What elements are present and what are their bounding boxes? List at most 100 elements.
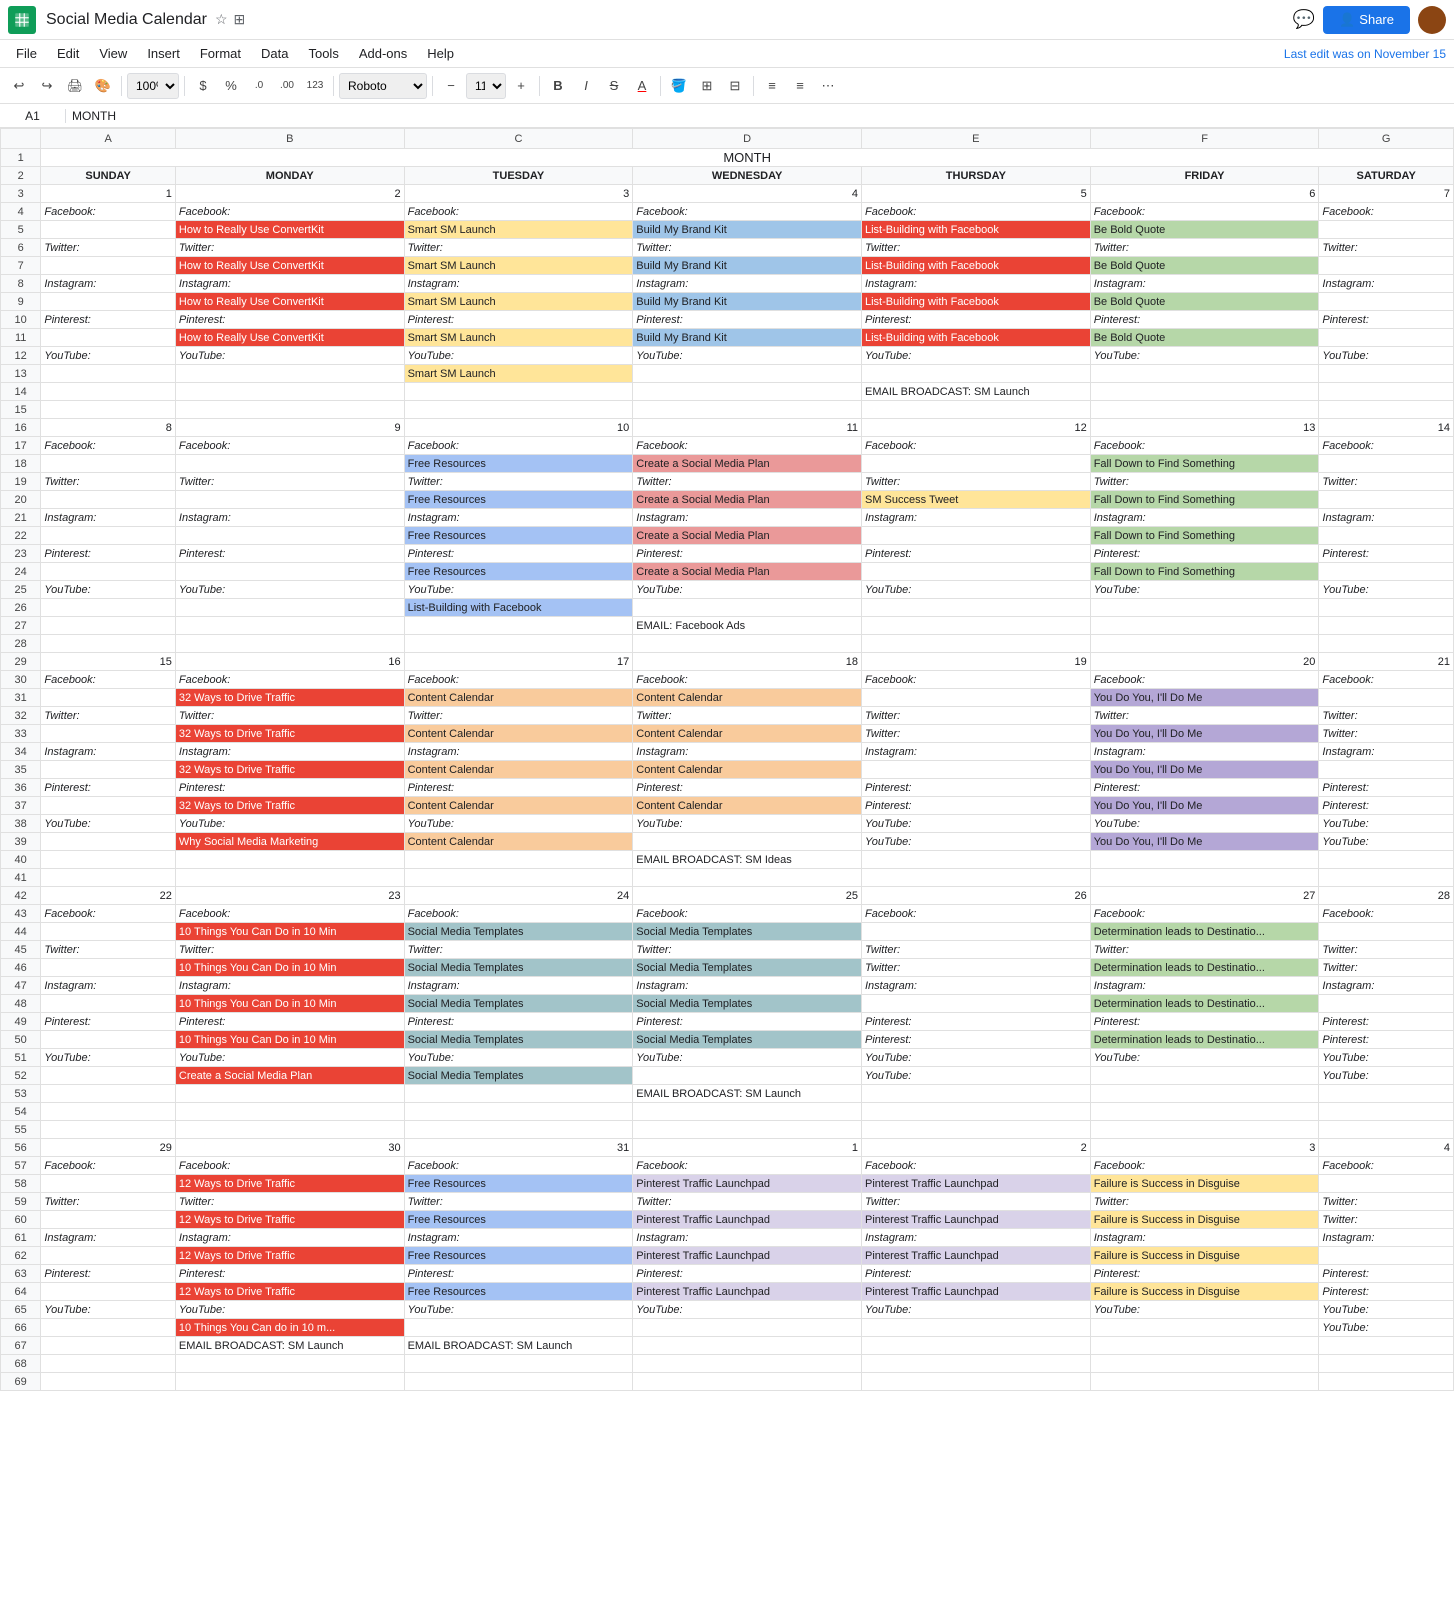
cell-b54[interactable] bbox=[175, 1103, 404, 1121]
zoom-select[interactable]: 100% bbox=[127, 73, 179, 99]
cell-d68[interactable] bbox=[633, 1355, 862, 1373]
cell-b33[interactable]: 32 Ways to Drive Traffic bbox=[175, 725, 404, 743]
menu-view[interactable]: View bbox=[91, 43, 135, 64]
cell-c24[interactable]: Free Resources bbox=[404, 563, 633, 581]
print-button[interactable]: 🖨 bbox=[62, 73, 88, 99]
cell-f61[interactable]: Instagram: bbox=[1090, 1229, 1319, 1247]
star-icon[interactable]: ☆ bbox=[215, 11, 228, 28]
cell-g37[interactable]: Pinterest: bbox=[1319, 797, 1454, 815]
cell-a4[interactable]: Facebook: bbox=[41, 203, 176, 221]
cell-c37[interactable]: Content Calendar bbox=[404, 797, 633, 815]
cell-g46[interactable]: Twitter: bbox=[1319, 959, 1454, 977]
cell-b46[interactable]: 10 Things You Can Do in 10 Min bbox=[175, 959, 404, 977]
cell-f36[interactable]: Pinterest: bbox=[1090, 779, 1319, 797]
cell-c63[interactable]: Pinterest: bbox=[404, 1265, 633, 1283]
cell-f35[interactable]: You Do You, I'll Do Me bbox=[1090, 761, 1319, 779]
cell-b15[interactable] bbox=[175, 401, 404, 419]
cell-a9[interactable] bbox=[41, 293, 176, 311]
cell-e34[interactable]: Instagram: bbox=[862, 743, 1091, 761]
cell-d60[interactable]: Pinterest Traffic Launchpad bbox=[633, 1211, 862, 1229]
cell-g26[interactable] bbox=[1319, 599, 1454, 617]
cell-c48[interactable]: Social Media Templates bbox=[404, 995, 633, 1013]
decimal-increase-button[interactable]: .00 bbox=[274, 73, 300, 99]
cell-g44[interactable] bbox=[1319, 923, 1454, 941]
cell-c32[interactable]: Twitter: bbox=[404, 707, 633, 725]
cell-d65[interactable]: YouTube: bbox=[633, 1301, 862, 1319]
cell-a63[interactable]: Pinterest: bbox=[41, 1265, 176, 1283]
cell-a18[interactable] bbox=[41, 455, 176, 473]
cell-d7[interactable]: Build My Brand Kit bbox=[633, 257, 862, 275]
cell-a47[interactable]: Instagram: bbox=[41, 977, 176, 995]
cell-f60[interactable]: Failure is Success in Disguise bbox=[1090, 1211, 1319, 1229]
cell-a45[interactable]: Twitter: bbox=[41, 941, 176, 959]
menu-addons[interactable]: Add-ons bbox=[351, 43, 415, 64]
cell-c61[interactable]: Instagram: bbox=[404, 1229, 633, 1247]
cell-b53[interactable] bbox=[175, 1085, 404, 1103]
cell-c64[interactable]: Free Resources bbox=[404, 1283, 633, 1301]
cell-f65[interactable]: YouTube: bbox=[1090, 1301, 1319, 1319]
cell-c6[interactable]: Twitter: bbox=[404, 239, 633, 257]
cell-a62[interactable] bbox=[41, 1247, 176, 1265]
cell-a6[interactable]: Twitter: bbox=[41, 239, 176, 257]
cell-g39[interactable]: YouTube: bbox=[1319, 833, 1454, 851]
cell-f63[interactable]: Pinterest: bbox=[1090, 1265, 1319, 1283]
cell-e65[interactable]: YouTube: bbox=[862, 1301, 1091, 1319]
cell-a48[interactable] bbox=[41, 995, 176, 1013]
cell-e64[interactable]: Pinterest Traffic Launchpad bbox=[862, 1283, 1091, 1301]
cell-d13[interactable] bbox=[633, 365, 862, 383]
cell-f69[interactable] bbox=[1090, 1373, 1319, 1391]
cell-g20[interactable] bbox=[1319, 491, 1454, 509]
cell-g31[interactable] bbox=[1319, 689, 1454, 707]
cell-e21[interactable]: Instagram: bbox=[862, 509, 1091, 527]
cell-b10[interactable]: Pinterest: bbox=[175, 311, 404, 329]
share-button[interactable]: 👤 Share bbox=[1323, 6, 1410, 34]
cell-c20[interactable]: Free Resources bbox=[404, 491, 633, 509]
cell-c21[interactable]: Instagram: bbox=[404, 509, 633, 527]
col-header-f[interactable]: F bbox=[1090, 129, 1319, 149]
cell-a44[interactable] bbox=[41, 923, 176, 941]
cell-d48[interactable]: Social Media Templates bbox=[633, 995, 862, 1013]
cell-c25[interactable]: YouTube: bbox=[404, 581, 633, 599]
cell-a35[interactable] bbox=[41, 761, 176, 779]
cell-e43[interactable]: Facebook: bbox=[862, 905, 1091, 923]
cell-f48[interactable]: Determination leads to Destinatio... bbox=[1090, 995, 1319, 1013]
cell-f57[interactable]: Facebook: bbox=[1090, 1157, 1319, 1175]
cell-d67[interactable] bbox=[633, 1337, 862, 1355]
folder-icon[interactable]: ⊞ bbox=[234, 11, 246, 28]
font-decrease-button[interactable]: − bbox=[438, 73, 464, 99]
cell-g19[interactable]: Twitter: bbox=[1319, 473, 1454, 491]
cell-c62[interactable]: Free Resources bbox=[404, 1247, 633, 1265]
cell-b21[interactable]: Instagram: bbox=[175, 509, 404, 527]
cell-g18[interactable] bbox=[1319, 455, 1454, 473]
cell-g63[interactable]: Pinterest: bbox=[1319, 1265, 1454, 1283]
cell-g64[interactable]: Pinterest: bbox=[1319, 1283, 1454, 1301]
cell-a28[interactable] bbox=[41, 635, 176, 653]
cell-e38[interactable]: YouTube: bbox=[862, 815, 1091, 833]
format-number-button[interactable]: 123 bbox=[302, 73, 328, 99]
cell-a51[interactable]: YouTube: bbox=[41, 1049, 176, 1067]
cell-b60[interactable]: 12 Ways to Drive Traffic bbox=[175, 1211, 404, 1229]
cell-b13[interactable] bbox=[175, 365, 404, 383]
cell-g32[interactable]: Twitter: bbox=[1319, 707, 1454, 725]
cell-c28[interactable] bbox=[404, 635, 633, 653]
cell-a33[interactable] bbox=[41, 725, 176, 743]
cell-f28[interactable] bbox=[1090, 635, 1319, 653]
cell-d50[interactable]: Social Media Templates bbox=[633, 1031, 862, 1049]
cell-f8[interactable]: Instagram: bbox=[1090, 275, 1319, 293]
cell-f58[interactable]: Failure is Success in Disguise bbox=[1090, 1175, 1319, 1193]
cell-e47[interactable]: Instagram: bbox=[862, 977, 1091, 995]
cell-d46[interactable]: Social Media Templates bbox=[633, 959, 862, 977]
cell-e18[interactable] bbox=[862, 455, 1091, 473]
cell-c34[interactable]: Instagram: bbox=[404, 743, 633, 761]
cell-c66[interactable] bbox=[404, 1319, 633, 1337]
cell-b55[interactable] bbox=[175, 1121, 404, 1139]
cell-d41[interactable] bbox=[633, 869, 862, 887]
cell-c40[interactable] bbox=[404, 851, 633, 869]
cell-d34[interactable]: Instagram: bbox=[633, 743, 862, 761]
cell-g52[interactable]: YouTube: bbox=[1319, 1067, 1454, 1085]
cell-g45[interactable]: Twitter: bbox=[1319, 941, 1454, 959]
cell-f37[interactable]: You Do You, I'll Do Me bbox=[1090, 797, 1319, 815]
cell-d52[interactable] bbox=[633, 1067, 862, 1085]
cell-f67[interactable] bbox=[1090, 1337, 1319, 1355]
italic-button[interactable]: I bbox=[573, 73, 599, 99]
